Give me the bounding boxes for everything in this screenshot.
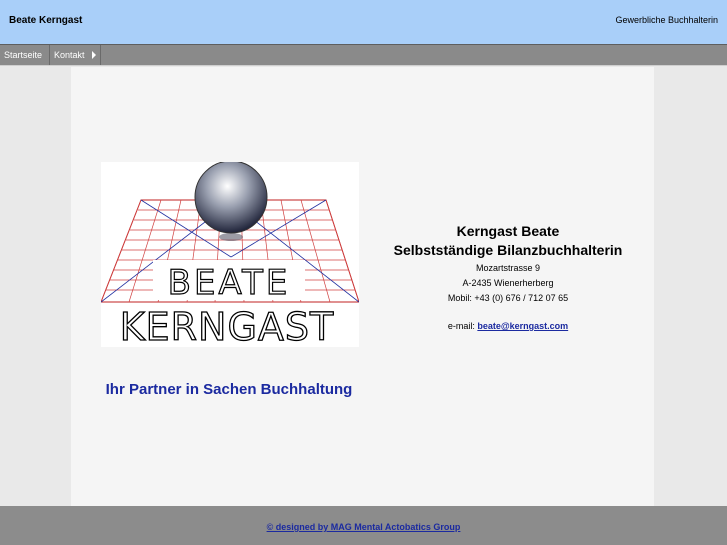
logo-graphic: BEATE KERNGAST bbox=[100, 160, 360, 350]
nav-item-startseite[interactable]: Startseite bbox=[0, 45, 50, 65]
submenu-arrow-icon bbox=[92, 51, 96, 59]
footer-credit-link[interactable]: © designed by MAG Mental Actobatics Grou… bbox=[0, 522, 727, 532]
email-link[interactable]: beate@kerngast.com bbox=[477, 321, 568, 331]
nav-item-kontakt[interactable]: Kontakt bbox=[50, 45, 101, 65]
contact-name: Kerngast Beate bbox=[456, 223, 560, 239]
contact-street: Mozartstrasse 9 bbox=[475, 263, 541, 273]
header-bar: Beate Kerngast Gewerbliche Buchhalterin bbox=[0, 0, 727, 44]
logo-text-line1: BEATE bbox=[168, 263, 291, 303]
logo-text-line2: KERNGAST bbox=[120, 305, 335, 347]
contact-block: Kerngast Beate Selbstständige Bilanzbuch… bbox=[376, 222, 640, 331]
footer: © designed by MAG Mental Actobatics Grou… bbox=[0, 506, 727, 545]
main-content: BEATE KERNGAST Ihr Partner in Sachen Buc… bbox=[71, 67, 654, 506]
nav-bar: Startseite Kontakt bbox=[0, 44, 727, 66]
nav-item-kontakt-label: Kontakt bbox=[54, 50, 85, 60]
site-title: Beate Kerngast bbox=[9, 15, 83, 26]
company-logo: BEATE KERNGAST bbox=[100, 160, 360, 350]
contact-email-row: e-mail: beate@kerngast.com bbox=[376, 321, 640, 331]
site-tagline: Gewerbliche Buchhalterin bbox=[615, 15, 718, 25]
email-label: e-mail: bbox=[447, 321, 475, 331]
slogan: Ihr Partner in Sachen Buchhaltung bbox=[105, 381, 353, 398]
contact-role: Selbstständige Bilanzbuchhalterin bbox=[393, 242, 623, 258]
contact-city: A-2435 Wienerherberg bbox=[462, 278, 554, 288]
contact-phone: Mobil: +43 (0) 676 / 712 07 65 bbox=[447, 293, 569, 303]
